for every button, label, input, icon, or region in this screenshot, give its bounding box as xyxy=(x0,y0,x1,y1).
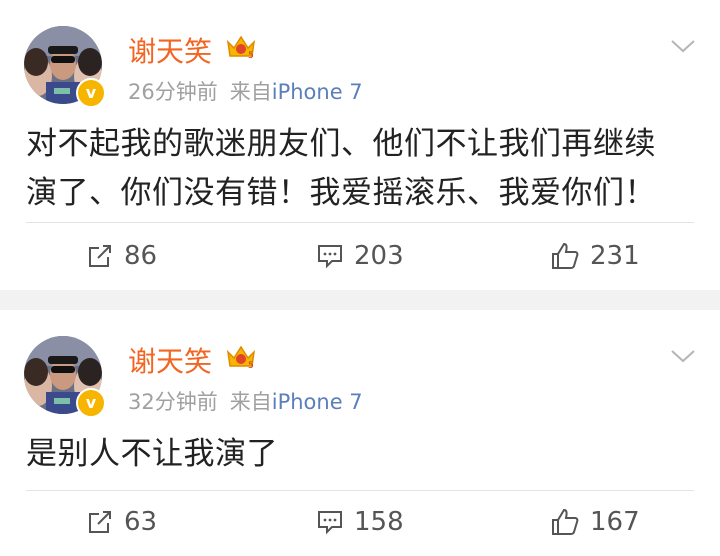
device-link[interactable]: iPhone 7 xyxy=(272,390,363,414)
repost-count: 86 xyxy=(124,241,158,271)
thumbs-up-icon xyxy=(552,508,579,535)
divider xyxy=(26,490,694,491)
chevron-down-icon[interactable] xyxy=(670,38,696,54)
svg-text:5: 5 xyxy=(248,51,254,60)
repost-count: 63 xyxy=(124,507,158,537)
divider xyxy=(26,222,694,223)
username[interactable]: 谢天笑 xyxy=(128,30,212,70)
avatar[interactable]: v xyxy=(24,336,106,418)
repost-button[interactable]: 86 xyxy=(86,236,157,276)
comment-button[interactable]: 158 xyxy=(316,502,404,542)
avatar[interactable]: v xyxy=(24,26,106,108)
comment-count: 158 xyxy=(354,507,404,537)
post-time: 26分钟前 xyxy=(128,80,218,104)
post-text: 是别人不让我演了 xyxy=(26,430,696,479)
username[interactable]: 谢天笑 xyxy=(128,340,212,380)
like-button[interactable]: 231 xyxy=(550,236,640,276)
device-link[interactable]: iPhone 7 xyxy=(272,80,363,104)
verified-badge-icon: v xyxy=(76,388,106,418)
like-button[interactable]: 167 xyxy=(550,502,640,542)
like-count: 231 xyxy=(590,241,640,271)
svg-text:5: 5 xyxy=(248,361,254,370)
post-text-line: 对不起我的歌迷朋友们、他们不让我们再继续 xyxy=(26,126,656,162)
chevron-down-icon[interactable] xyxy=(670,348,696,364)
repost-icon xyxy=(89,511,111,533)
comment-button[interactable]: 203 xyxy=(316,236,404,276)
verified-badge-icon: v xyxy=(76,78,106,108)
post-text: 对不起我的歌迷朋友们、他们不让我们再继续 演了、你们没有错！我爱摇滚乐、我爱你们… xyxy=(26,120,696,218)
source-label: 来自 xyxy=(229,80,272,104)
repost-button[interactable]: 63 xyxy=(86,502,157,542)
post-text-line: 演了、你们没有错！我爱摇滚乐、我爱你们！ xyxy=(26,175,656,211)
crown-badge-icon: 5 xyxy=(226,35,256,60)
comment-icon xyxy=(318,245,342,269)
weibo-post: v 谢天笑 5 32分钟前 来自iPhone 7 是别人不让我演了 63 158 … xyxy=(0,310,720,556)
crown-badge-icon: 5 xyxy=(226,345,256,370)
post-meta: 26分钟前 来自iPhone 7 xyxy=(128,76,363,106)
like-count: 167 xyxy=(590,507,640,537)
comment-icon xyxy=(318,511,342,535)
repost-icon xyxy=(89,245,111,267)
thumbs-up-icon xyxy=(552,242,579,269)
post-text-line: 是别人不让我演了 xyxy=(26,436,278,472)
post-time: 32分钟前 xyxy=(128,390,218,414)
post-meta: 32分钟前 来自iPhone 7 xyxy=(128,386,363,416)
weibo-post: v 谢天笑 5 26分钟前 来自iPhone 7 对不起我的歌迷朋友们、他们不让我… xyxy=(0,0,720,290)
comment-count: 203 xyxy=(354,241,404,271)
source-label: 来自 xyxy=(229,390,272,414)
